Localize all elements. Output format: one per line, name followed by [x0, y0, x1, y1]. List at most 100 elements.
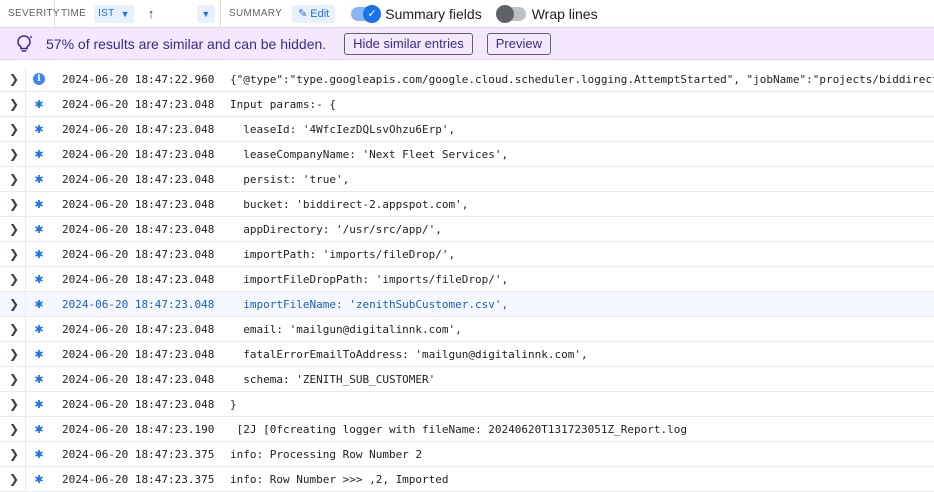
asterisk-icon: ✱ — [34, 297, 44, 311]
asterisk-icon: ✱ — [34, 422, 44, 436]
log-timestamp: 2024-06-20 18:47:23.048 — [62, 372, 215, 386]
log-timestamp: 2024-06-20 18:47:23.048 — [62, 272, 215, 286]
wrap-lines-label: Wrap lines — [531, 5, 598, 22]
asterisk-icon: ✱ — [34, 247, 44, 261]
log-summary: Input params:- { — [230, 97, 336, 111]
log-entry-row[interactable]: ❯ ✱ 2024-06-20 18:47:23.048 fatalErrorEmai… — [0, 342, 934, 367]
severity-default-icon: ✱ — [32, 272, 46, 286]
log-summary: leaseCompanyName: 'Next Fleet Services', — [230, 147, 509, 161]
chevron-right-icon[interactable]: ❯ — [9, 122, 21, 136]
chevron-right-icon[interactable]: ❯ — [9, 97, 21, 111]
chevron-right-icon[interactable]: ❯ — [9, 347, 21, 361]
log-entry-row[interactable]: ❯ i 2024-06-20 18:47:22.960 {"@type":"type.… — [0, 67, 934, 92]
log-summary: bucket: 'biddirect-2.appspot.com', — [230, 197, 469, 211]
log-entry-row[interactable]: ❯ ✱ 2024-06-20 18:47:23.048 appDirectory: … — [0, 217, 934, 242]
hide-similar-entries-button[interactable]: Hide similar entries — [344, 32, 473, 55]
wrap-lines-toggle[interactable] — [495, 4, 526, 23]
chevron-right-icon[interactable]: ❯ — [9, 272, 21, 286]
log-summary: leaseId: '4WfcIezDQLsvOhzu6Erp', — [230, 122, 456, 136]
asterisk-icon: ✱ — [34, 372, 44, 386]
row-divider — [25, 342, 26, 366]
log-entry-row[interactable]: ❯ ✱ 2024-06-20 18:47:23.048 importPath: 'i… — [0, 242, 934, 267]
sort-ascending-icon[interactable]: ↑ — [148, 6, 155, 21]
summary-column-header: SUMMARY ✎ Edit ✓ Summary fields Wrap lin… — [221, 0, 934, 27]
row-divider — [25, 417, 26, 441]
log-summary: persist: 'true', — [230, 172, 350, 186]
severity-default-icon: ✱ — [32, 372, 46, 386]
severity-default-icon: ✱ — [32, 322, 46, 336]
lightbulb-icon — [14, 34, 34, 54]
log-entry-row[interactable]: ❯ ✱ 2024-06-20 18:47:23.048 email: 'mailgu… — [0, 317, 934, 342]
timezone-select[interactable]: IST ▼ — [94, 4, 134, 23]
log-timestamp: 2024-06-20 18:47:23.048 — [62, 147, 215, 161]
log-summary: [2J [0fcreating logger with fileName: 20… — [230, 422, 687, 436]
log-entry-row[interactable]: ❯ ✱ 2024-06-20 18:47:23.048 importFileName… — [0, 292, 934, 317]
log-entry-row[interactable]: ❯ ✱ 2024-06-20 18:47:23.048 bucket: 'biddi… — [0, 192, 934, 217]
row-divider — [25, 367, 26, 391]
severity-default-icon: ✱ — [32, 147, 46, 161]
preview-button[interactable]: Preview — [486, 32, 551, 55]
check-icon: ✓ — [363, 4, 382, 23]
row-divider — [25, 242, 26, 266]
asterisk-icon: ✱ — [34, 122, 44, 136]
chevron-right-icon[interactable]: ❯ — [9, 197, 21, 211]
edit-summary-button[interactable]: ✎ Edit — [292, 4, 336, 23]
log-summary: info: Row Number >>> ,2, Imported — [230, 472, 449, 486]
log-timestamp: 2024-06-20 18:47:22.960 — [62, 72, 215, 86]
chevron-right-icon[interactable]: ❯ — [9, 372, 21, 386]
asterisk-icon: ✱ — [34, 322, 44, 336]
severity-default-icon: ✱ — [32, 297, 46, 311]
chevron-right-icon[interactable]: ❯ — [9, 447, 21, 461]
log-summary: schema: 'ZENITH_SUB_CUSTOMER' — [230, 372, 436, 386]
log-timestamp: 2024-06-20 18:47:23.048 — [62, 297, 215, 311]
log-entry-row[interactable]: ❯ ✱ 2024-06-20 18:47:23.375 info: Row Numbe… — [0, 467, 934, 492]
log-entry-row[interactable]: ❯ ✱ 2024-06-20 18:47:23.190 [2J [0fcreatin… — [0, 417, 934, 442]
chevron-right-icon[interactable]: ❯ — [9, 397, 21, 411]
asterisk-icon: ✱ — [34, 447, 44, 461]
log-entries-list: ❯ i 2024-06-20 18:47:22.960 {"@type":"type.… — [0, 67, 934, 492]
chevron-right-icon[interactable]: ❯ — [9, 147, 21, 161]
asterisk-icon: ✱ — [34, 222, 44, 236]
log-entry-row[interactable]: ❯ ✱ 2024-06-20 18:47:23.048 leaseId: '4Wfc… — [0, 117, 934, 142]
chevron-down-icon: ▼ — [201, 9, 211, 19]
log-entry-row[interactable]: ❯ ✱ 2024-06-20 18:47:23.048} — [0, 392, 934, 417]
chevron-right-icon[interactable]: ❯ — [9, 422, 21, 436]
asterisk-icon: ✱ — [34, 172, 44, 186]
edit-button-label: Edit — [310, 7, 330, 20]
asterisk-icon: ✱ — [34, 272, 44, 286]
log-timestamp: 2024-06-20 18:47:23.190 — [62, 422, 215, 436]
chevron-right-icon[interactable]: ❯ — [9, 172, 21, 186]
log-entry-row[interactable]: ❯ ✱ 2024-06-20 18:47:23.375 info: Processin… — [0, 442, 934, 467]
log-entry-row[interactable]: ❯ ✱ 2024-06-20 18:47:23.048 schema: 'ZENIT… — [0, 367, 934, 392]
chevron-right-icon[interactable]: ❯ — [9, 472, 21, 486]
chevron-right-icon[interactable]: ❯ — [9, 322, 21, 336]
banner-message: 57% of results are similar and can be hi… — [46, 35, 327, 52]
timezone-value: IST — [98, 8, 115, 19]
log-entry-row[interactable]: ❯ ✱ 2024-06-20 18:47:23.048 leaseCompanyNa… — [0, 142, 934, 167]
log-timestamp: 2024-06-20 18:47:23.048 — [62, 347, 215, 361]
time-column-menu-button[interactable]: ▼ — [197, 5, 215, 23]
summary-fields-toggle[interactable]: ✓ — [351, 4, 382, 23]
log-entry-row[interactable]: ❯ ✱ 2024-06-20 18:47:23.048 persist: 'true… — [0, 167, 934, 192]
summary-fields-label: Summary fields — [385, 5, 482, 22]
severity-column-label: SEVERITY — [8, 8, 60, 19]
severity-default-icon: ✱ — [32, 172, 46, 186]
log-entry-row[interactable]: ❯ ✱ 2024-06-20 18:47:23.048 importFileDrop… — [0, 267, 934, 292]
chevron-right-icon[interactable]: ❯ — [9, 72, 21, 86]
chevron-right-icon[interactable]: ❯ — [9, 297, 21, 311]
toggle-knob — [495, 4, 514, 23]
severity-default-icon: ✱ — [32, 422, 46, 436]
chevron-right-icon[interactable]: ❯ — [9, 222, 21, 236]
log-entry-row[interactable]: ❯ ✱ 2024-06-20 18:47:23.048 Input params:- … — [0, 92, 934, 117]
severity-column-header[interactable]: SEVERITY — [0, 0, 60, 27]
row-divider — [25, 392, 26, 416]
row-divider — [25, 192, 26, 216]
asterisk-icon: ✱ — [34, 472, 44, 486]
chevron-right-icon[interactable]: ❯ — [9, 247, 21, 261]
log-timestamp: 2024-06-20 18:47:23.375 — [62, 447, 215, 461]
log-summary: fatalErrorEmailToAddress: 'mailgun@digit… — [230, 347, 588, 361]
log-summary: email: 'mailgun@digitalinnk.com', — [230, 322, 462, 336]
pencil-icon: ✎ — [298, 8, 308, 20]
log-summary: importFileDropPath: 'imports/fileDrop/', — [230, 272, 509, 286]
log-summary: importPath: 'imports/fileDrop/', — [230, 247, 456, 261]
